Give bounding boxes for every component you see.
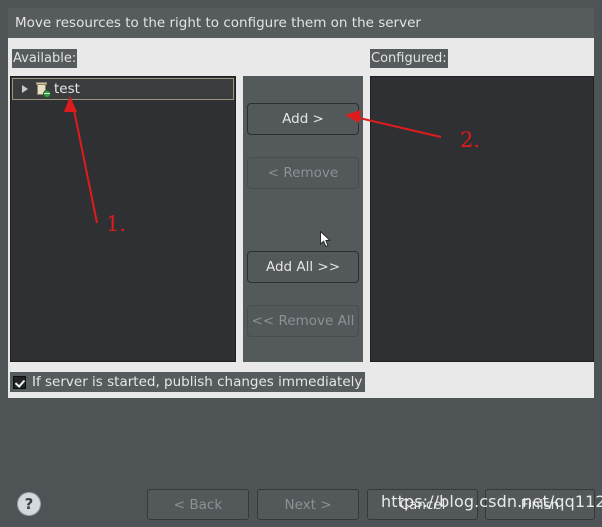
tree-item-test[interactable]: test — [12, 78, 234, 100]
annotation-marker-1: 1. — [106, 212, 127, 236]
help-icon[interactable]: ? — [17, 492, 41, 516]
back-button: < Back — [147, 489, 249, 520]
transfer-button-column: Add > < Remove Add All >> << Remove All — [243, 76, 363, 362]
add-button[interactable]: Add > — [247, 103, 359, 135]
remove-all-button: << Remove All — [247, 305, 359, 337]
publish-immediately-label: If server is started, publish changes im… — [32, 374, 363, 390]
configured-column-label: Configured: — [370, 49, 448, 68]
next-button: Next > — [257, 489, 359, 520]
add-all-button[interactable]: Add All >> — [247, 251, 359, 283]
module-jar-web-icon — [34, 81, 51, 98]
publish-immediately-row[interactable]: If server is started, publish changes im… — [10, 372, 366, 392]
remove-button: < Remove — [247, 157, 359, 189]
annotation-marker-2: 2. — [460, 128, 481, 152]
wizard-description-text: Move resources to the right to configure… — [15, 15, 421, 31]
wizard-description-bar: Move resources to the right to configure… — [8, 8, 594, 38]
watermark-text: https://blog.csdn.net/qq1120642601 — [381, 492, 602, 511]
publish-immediately-checkbox[interactable] — [13, 375, 26, 389]
mouse-cursor-icon — [320, 231, 332, 248]
expand-triangle-icon[interactable] — [18, 82, 32, 96]
available-column-label: Available: — [12, 49, 78, 68]
tree-item-label: test — [54, 81, 80, 97]
configured-resources-tree[interactable] — [370, 76, 594, 362]
